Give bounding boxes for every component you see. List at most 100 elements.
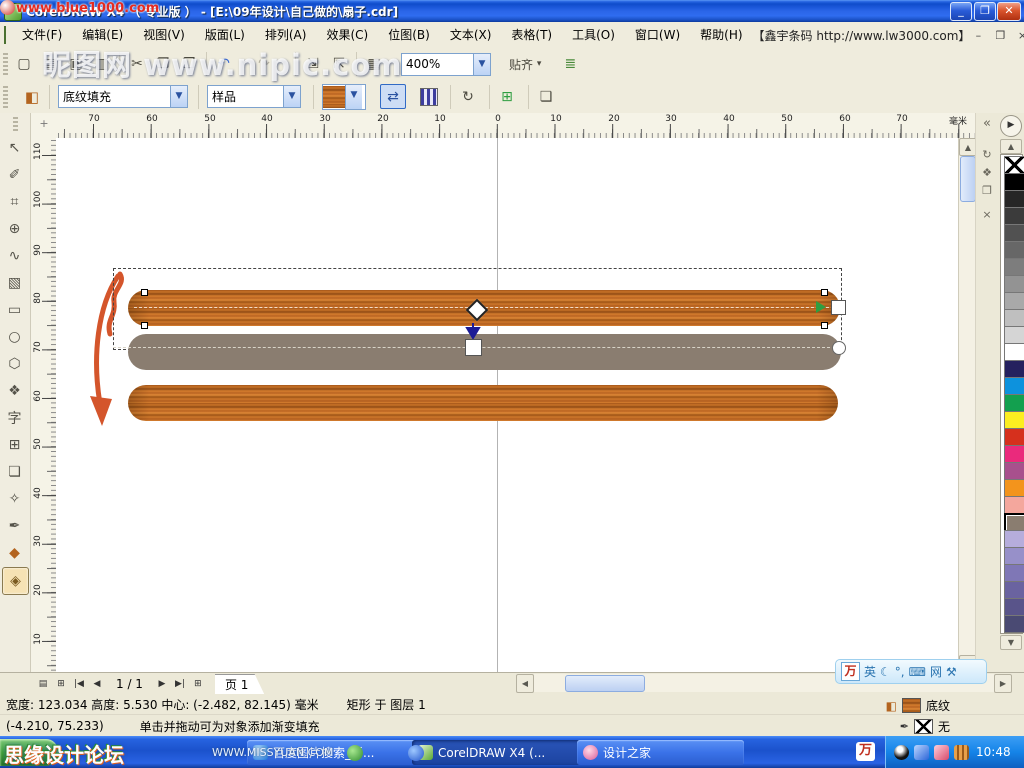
swatch[interactable] — [1004, 190, 1024, 208]
vertical-scrollbar[interactable]: ▲ ▼ — [958, 138, 976, 672]
swatch[interactable] — [1004, 326, 1024, 344]
object-flag-icon[interactable]: ▤ — [34, 675, 52, 693]
menu-layout[interactable]: 版面(L) — [195, 23, 255, 48]
docker-shaping-icon[interactable]: ❖ — [978, 166, 996, 179]
swatch[interactable] — [1004, 309, 1024, 327]
swatch[interactable] — [1004, 377, 1024, 395]
fill-type-value[interactable]: 底纹填充 — [59, 88, 170, 105]
menu-text[interactable]: 文本(X) — [440, 23, 502, 48]
eyedropper-tool[interactable]: ✧ — [2, 486, 27, 512]
interactive-blend-tool[interactable]: ❏ — [2, 459, 27, 485]
ime-web-icon[interactable]: 网 — [930, 663, 942, 680]
tiling-icon[interactable]: ⊞ — [494, 84, 520, 109]
menu-edit[interactable]: 编辑(E) — [72, 23, 133, 48]
menu-table[interactable]: 表格(T) — [501, 23, 562, 48]
doc-close-button[interactable]: × — [1014, 29, 1024, 42]
swatch[interactable] — [1004, 394, 1024, 412]
menu-window[interactable]: 窗口(W) — [625, 23, 690, 48]
node-handle-top-right[interactable] — [821, 289, 828, 296]
swatch-no-fill[interactable] — [1004, 156, 1024, 174]
minimize-button[interactable]: _ — [950, 2, 972, 21]
save-icon[interactable]: ▣ — [63, 52, 89, 77]
ruler-origin[interactable]: + — [30, 113, 58, 139]
doc-minimize-button[interactable]: – — [970, 29, 986, 42]
gray-bar-end-handle[interactable] — [832, 341, 846, 355]
texture-library-dropdown-icon[interactable]: ▼ — [283, 86, 300, 107]
taskbar-task-coreldraw[interactable]: CorelDRAW X4 (... — [412, 740, 584, 765]
texture-library-combo[interactable]: 样品 ▼ — [207, 85, 301, 108]
cut-icon[interactable]: ✂ — [124, 52, 150, 77]
swatch[interactable] — [1004, 581, 1024, 599]
options-icon[interactable]: ≣ — [557, 52, 583, 77]
fill-type-combo[interactable]: 底纹填充 ▼ — [58, 85, 188, 108]
swatch[interactable] — [1004, 411, 1024, 429]
swatch[interactable] — [1004, 275, 1024, 293]
texture-swatch-dropdown-icon[interactable]: ▼ — [345, 85, 362, 109]
table-tool[interactable]: ⊞ — [2, 432, 27, 458]
add-page-before-icon[interactable]: ⊞ — [52, 675, 70, 693]
ellipse-tool[interactable]: ○ — [2, 324, 27, 350]
paste-icon[interactable]: ❒ — [176, 52, 202, 77]
application-launcher-icon[interactable]: ▦ — [361, 52, 387, 77]
undo-dropdown-icon[interactable]: ▾ — [237, 52, 251, 77]
toolbar-grip[interactable] — [3, 53, 8, 75]
toolbox-grip[interactable] — [13, 117, 18, 131]
ime-halfwidth-icon[interactable]: ☾ — [880, 665, 891, 679]
basic-shapes-tool[interactable]: ❖ — [2, 378, 27, 404]
freehand-tool[interactable]: ∿ — [2, 243, 27, 269]
fill-end-handle[interactable] — [831, 300, 846, 315]
zoom-level-value[interactable]: 400% — [402, 57, 473, 71]
outline-indicator-swatch[interactable] — [914, 719, 933, 734]
swatch[interactable] — [1004, 207, 1024, 225]
vertical-ruler[interactable]: 110 100 90 80 70 60 50 40 30 20 10 — [30, 138, 57, 672]
fill-indicator-swatch[interactable] — [902, 698, 921, 713]
texture-library-value[interactable]: 样品 — [208, 88, 283, 105]
close-button[interactable]: ✕ — [997, 2, 1021, 21]
snap-to-button[interactable]: 贴齐 ▾ — [503, 52, 547, 77]
fountain-steps-icon[interactable] — [416, 84, 442, 109]
outline-pen-tool[interactable]: ✒ — [2, 513, 27, 539]
swatch[interactable] — [1004, 462, 1024, 480]
texture-swatch-combo[interactable]: ▼ — [322, 84, 366, 110]
node-handle-bottom-left[interactable] — [141, 322, 148, 329]
print-icon[interactable]: ▥ — [89, 52, 115, 77]
ime-softkeyboard-icon[interactable]: ⌨ — [909, 665, 926, 679]
copy-icon[interactable]: ❐ — [150, 52, 176, 77]
vertical-scroll-thumb[interactable] — [960, 156, 976, 202]
last-page-icon[interactable]: ▶| — [171, 675, 189, 693]
swatch[interactable] — [1004, 479, 1024, 497]
menu-tools[interactable]: 工具(O) — [562, 23, 625, 48]
horizontal-scroll-thumb[interactable] — [565, 675, 645, 692]
palette-flyout-icon[interactable]: ▶ — [1000, 115, 1022, 137]
crop-tool[interactable]: ⌗ — [2, 189, 27, 215]
zoom-tool[interactable]: ⊕ — [2, 216, 27, 242]
page-tab[interactable]: 页 1 — [215, 674, 264, 695]
swatch[interactable] — [1004, 598, 1024, 616]
restore-button[interactable]: ❐ — [974, 2, 996, 21]
first-page-icon[interactable]: |◀ — [70, 675, 88, 693]
horizontal-ruler[interactable]: 70 60 50 40 30 20 10 0 10 20 30 40 50 60… — [56, 113, 975, 139]
swatch[interactable] — [1004, 530, 1024, 548]
swatch[interactable] — [1004, 173, 1024, 191]
ime-lang-icon[interactable]: 英 — [864, 663, 876, 680]
rectangle-tool[interactable]: ▭ — [2, 297, 27, 323]
previous-page-icon[interactable]: ◀ — [88, 675, 106, 693]
ime-tools-icon[interactable]: ⚒ — [946, 665, 957, 679]
swatch[interactable] — [1004, 292, 1024, 310]
menu-view[interactable]: 视图(V) — [133, 23, 195, 48]
redo-icon[interactable]: ↷ — [251, 52, 277, 77]
menu-arrange[interactable]: 排列(A) — [255, 23, 317, 48]
utility-tray-icon[interactable] — [934, 745, 949, 760]
swatch[interactable] — [1004, 343, 1024, 361]
rotate-fill-icon[interactable]: ↻ — [455, 84, 481, 109]
redo-dropdown-icon[interactable]: ▾ — [277, 52, 291, 77]
export-icon[interactable]: ⇱ — [326, 52, 352, 77]
ime-tray-icon[interactable]: 万 — [856, 742, 875, 761]
zoom-combo-dropdown-icon[interactable]: ▼ — [473, 54, 490, 75]
property-bar-grip[interactable] — [3, 86, 8, 108]
start-button[interactable] — [0, 739, 58, 766]
swatch[interactable] — [1004, 241, 1024, 259]
shape-tool[interactable]: ✐ — [2, 162, 27, 188]
ime-punctuation-icon[interactable]: °, — [895, 665, 905, 679]
drawing-canvas[interactable] — [56, 138, 958, 672]
